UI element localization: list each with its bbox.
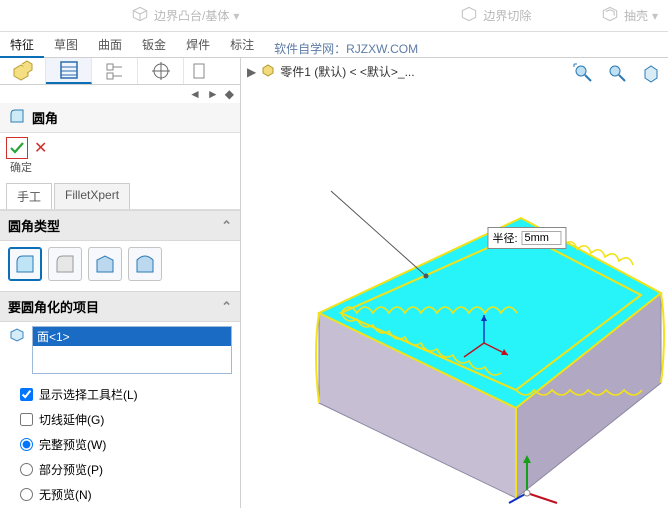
opt-show-toolbar[interactable]: 显示选择工具栏(L) — [20, 386, 220, 403]
radio[interactable] — [20, 438, 33, 451]
fillet-feature-icon — [8, 107, 26, 128]
tab-surfaces[interactable]: 曲面 — [88, 32, 132, 57]
tab-annotate[interactable]: 标注 — [220, 32, 264, 57]
cube-cut-icon — [459, 5, 479, 26]
ribbon-shell[interactable]: 抽壳 ▾ — [590, 0, 668, 31]
view-triad — [505, 445, 565, 508]
list-item[interactable]: 面<1> — [33, 327, 231, 346]
radius-input[interactable] — [522, 231, 562, 245]
ribbon-boundary-cut[interactable]: 边界切除 — [449, 0, 541, 31]
ok-button[interactable] — [6, 137, 28, 159]
feature-title: 圆角 — [32, 108, 58, 127]
opt-tangent[interactable]: 切线延伸(G) — [20, 411, 220, 428]
shell-icon — [600, 5, 620, 26]
checkbox[interactable] — [20, 388, 33, 401]
cancel-button[interactable]: ✕ — [30, 138, 51, 158]
ribbon-boundary-boss[interactable]: 边界凸台/基体 ▾ — [120, 0, 249, 31]
radius-callout[interactable]: 半径: — [487, 227, 566, 249]
watermark-link[interactable]: 软件自学网：RJZXW.COM — [274, 40, 418, 57]
nav-fwd-icon[interactable]: ► — [207, 87, 219, 101]
radius-label: 半径: — [492, 230, 517, 246]
chevron-down-icon: ▾ — [233, 9, 239, 23]
fillet-type-face[interactable] — [88, 247, 122, 281]
subtab-filletxpert[interactable]: FilletXpert — [54, 183, 130, 209]
panel-tab-assembly[interactable] — [0, 58, 46, 84]
items-heading: 要圆角化的项目 — [8, 297, 99, 316]
tab-features[interactable]: 特征 — [0, 32, 44, 57]
viewport[interactable]: ▶ 零件1 (默认) < <默认>_... — [241, 58, 668, 508]
fillet-type-variable[interactable] — [48, 247, 82, 281]
collapse-icon[interactable]: ⌃ — [221, 299, 232, 315]
fillet-type-constant[interactable] — [8, 247, 42, 281]
fillet-type-full[interactable] — [128, 247, 162, 281]
opt-partial-preview[interactable]: 部分预览(P) — [20, 461, 220, 478]
tab-sheetmetal[interactable]: 钣金 — [132, 32, 176, 57]
tab-sketch[interactable]: 草图 — [44, 32, 88, 57]
selection-list[interactable]: 面<1> — [32, 326, 232, 374]
fillet-type-heading: 圆角类型 — [8, 216, 60, 235]
nav-back-icon[interactable]: ◄ — [189, 87, 201, 101]
panel-tab-property[interactable] — [46, 58, 92, 84]
radio[interactable] — [20, 463, 33, 476]
property-panel: ◄ ► ◆ 圆角 ✕ 确定 手工 FilletXpert 圆角类型 ⌃ — [0, 58, 241, 508]
face-selection-icon — [8, 326, 26, 347]
checkbox[interactable] — [20, 413, 33, 426]
chevron-down-icon: ▾ — [652, 9, 658, 23]
panel-tab-config[interactable] — [92, 58, 138, 84]
radio[interactable] — [20, 488, 33, 501]
cube-icon — [130, 5, 150, 26]
collapse-icon[interactable]: ⌃ — [221, 218, 232, 234]
subtab-manual[interactable]: 手工 — [6, 183, 52, 209]
opt-no-preview[interactable]: 无预览(N) — [20, 486, 220, 503]
nav-pin-icon[interactable]: ◆ — [225, 87, 234, 101]
opt-full-preview[interactable]: 完整预览(W) — [20, 436, 220, 453]
tab-weldments[interactable]: 焊件 — [176, 32, 220, 57]
panel-tab-dim[interactable] — [138, 58, 184, 84]
ok-label: 确定 — [0, 159, 240, 181]
panel-tab-more[interactable] — [184, 58, 240, 84]
